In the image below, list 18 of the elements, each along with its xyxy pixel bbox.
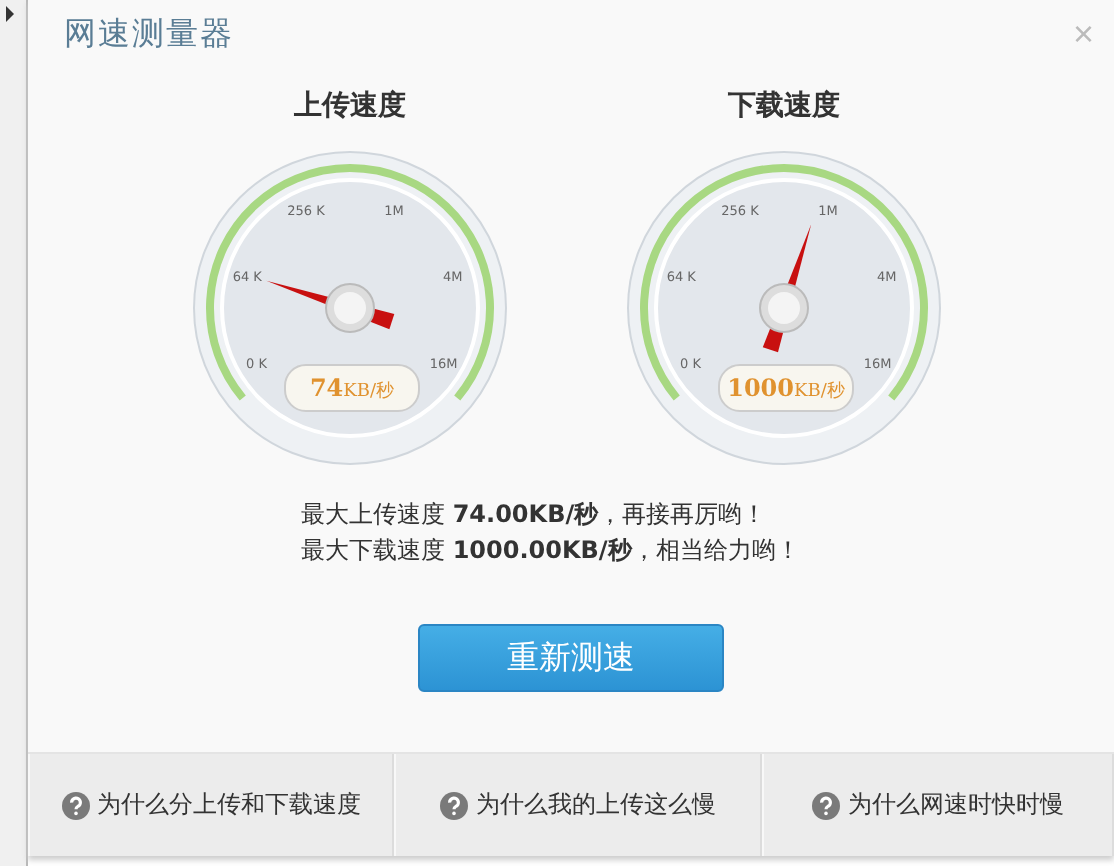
window-title: 网速测量器 <box>64 13 234 55</box>
speed-value: 74 <box>309 372 344 406</box>
help-link[interactable]: 为什么分上传和下载速度 <box>28 754 394 856</box>
needle-hub <box>759 283 809 333</box>
help-icon <box>440 791 468 819</box>
help-icon <box>61 791 89 819</box>
help-link[interactable]: 为什么网速时快时慢 <box>762 754 1114 856</box>
expand-arrow-icon <box>4 6 16 22</box>
speed-summary: 最大下载速度 1000.00KB/秒，相当给力哟！ <box>301 534 802 568</box>
gauge-title: 下载速度 <box>728 88 840 126</box>
gauge-title: 上传速度 <box>294 88 406 126</box>
help-icon <box>812 791 840 819</box>
speed-unit: KB/秒 <box>343 379 395 404</box>
help-link[interactable]: 为什么我的上传这么慢 <box>394 754 762 856</box>
speed-summary: 最大上传速度 74.00KB/秒，再接再厉哟！ <box>301 498 769 532</box>
speed-value: 1000 <box>727 372 795 406</box>
speed-unit: KB/秒 <box>794 379 845 404</box>
needle-hub <box>325 283 375 333</box>
